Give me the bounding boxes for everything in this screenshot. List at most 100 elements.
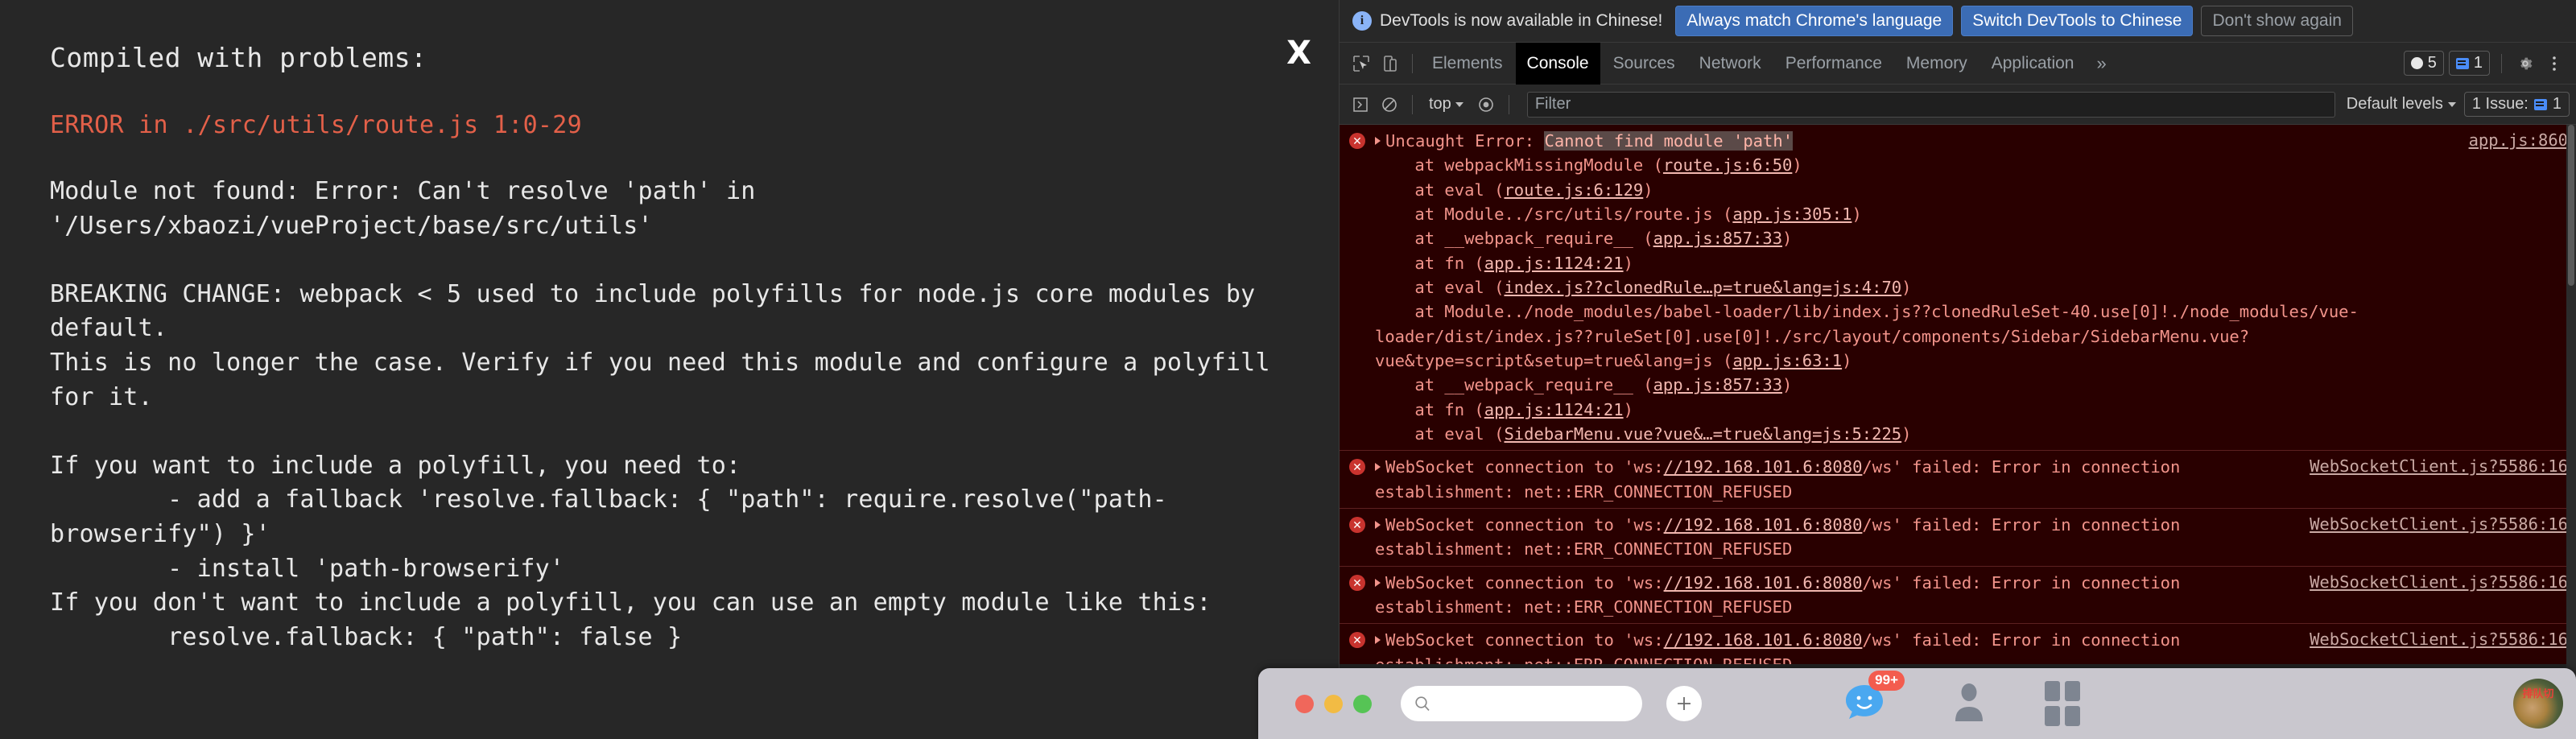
source-location-link[interactable]: app.js:63:1 <box>1732 351 1842 370</box>
wechat-add-button[interactable] <box>1666 686 1702 721</box>
expand-arrow-icon[interactable] <box>1375 520 1381 529</box>
source-location-link[interactable]: //192.168.101.6:8080 <box>1664 573 1863 592</box>
source-location-link[interactable]: app.js:1124:21 <box>1484 400 1624 419</box>
expand-arrow-icon[interactable] <box>1375 463 1381 472</box>
error-count-label: 5 <box>2427 54 2437 72</box>
person-icon <box>1955 683 1983 721</box>
source-location-link[interactable]: route.js:6:50 <box>1663 155 1792 175</box>
console-message[interactable]: ✕ WebSocket connection to 'ws://192.168.1… <box>1340 508 2576 567</box>
source-location-link[interactable]: index.js??clonedRule…p=true&lang=js:4:70 <box>1504 278 1901 297</box>
tab-console[interactable]: Console <box>1515 42 1600 85</box>
grid-cell-3 <box>2045 706 2060 726</box>
console-filter-input[interactable] <box>1526 91 2335 118</box>
message-source-link[interactable]: app.js:860 <box>2469 129 2576 446</box>
dont-show-again-button[interactable]: Don't show again <box>2201 5 2353 37</box>
console-message[interactable]: ✕ WebSocket connection to 'ws://192.168.1… <box>1340 451 2576 509</box>
console-message[interactable]: ✕ Uncaught Error: Cannot find module 'pat… <box>1340 125 2576 452</box>
device-toolbar-icon[interactable] <box>1377 50 1404 77</box>
wechat-apps-grid-icon[interactable] <box>2045 681 2080 726</box>
more-options-icon[interactable] <box>2542 52 2566 76</box>
tab-network[interactable]: Network <box>1688 43 1773 85</box>
message-source-link[interactable]: WebSocketClient.js?5586:16 <box>2310 628 2576 664</box>
issues-badge[interactable]: 1 Issue: 1 <box>2463 92 2570 117</box>
expand-arrow-icon[interactable] <box>1375 137 1381 145</box>
grid-cell-4 <box>2065 706 2080 726</box>
grid-cell-1 <box>2045 681 2060 701</box>
issues-label: 1 Issue: <box>2471 95 2529 113</box>
message-source-link[interactable]: WebSocketClient.js?5586:16 <box>2310 571 2576 620</box>
log-levels-selector[interactable]: Default levels <box>2347 95 2461 114</box>
error-icon: ✕ <box>1340 513 1375 562</box>
filterbar-divider <box>1412 94 1413 114</box>
avatar[interactable]: 排队切 <box>2513 679 2563 729</box>
message-text: WebSocket connection to 'ws: <box>1385 630 1664 650</box>
issue-icon <box>2533 98 2547 110</box>
maximize-window-icon[interactable] <box>1353 694 1372 713</box>
plus-icon <box>1678 697 1690 710</box>
message-source-link[interactable]: WebSocketClient.js?5586:16 <box>2310 513 2576 562</box>
avatar-text: 排队切 <box>2522 687 2554 700</box>
close-window-icon[interactable] <box>1295 694 1314 713</box>
source-location-link[interactable]: //192.168.101.6:8080 <box>1664 457 1863 477</box>
scrollbar-thumb[interactable] <box>2568 125 2574 286</box>
clear-console-icon[interactable] <box>1377 92 1402 118</box>
tab-memory[interactable]: Memory <box>1895 43 1979 85</box>
wechat-contacts-icon[interactable] <box>1951 681 1987 726</box>
expand-arrow-icon[interactable] <box>1375 578 1381 587</box>
console-message-text: WebSocket connection to 'ws://192.168.10… <box>1375 571 2310 620</box>
tab-application[interactable]: Application <box>1980 43 2086 85</box>
issues-count-label: 1 <box>2552 95 2562 113</box>
error-icon: ✕ <box>1340 628 1375 664</box>
more-tabs-icon[interactable]: » <box>2087 53 2116 74</box>
source-location-link[interactable]: app.js:305:1 <box>1732 204 1852 224</box>
console-message-text: WebSocket connection to 'ws://192.168.10… <box>1375 513 2310 562</box>
message-source-link[interactable]: WebSocketClient.js?5586:16 <box>2310 455 2576 504</box>
tab-performance[interactable]: Performance <box>1774 43 1893 85</box>
console-message-list[interactable]: ✕ Uncaught Error: Cannot find module 'pat… <box>1340 125 2576 664</box>
window-traffic-lights[interactable] <box>1295 694 1372 713</box>
source-location-link[interactable]: app.js:857:33 <box>1653 229 1782 248</box>
wechat-search-input[interactable] <box>1401 686 1642 721</box>
message-text: ) <box>1901 423 1912 444</box>
console-message[interactable]: ✕ WebSocket connection to 'ws://192.168.1… <box>1340 566 2576 625</box>
console-scrollbar[interactable] <box>2566 125 2576 739</box>
chevron-down-icon <box>1455 101 1463 107</box>
message-text: WebSocket connection to 'ws: <box>1385 514 1664 535</box>
expand-arrow-icon[interactable] <box>1375 636 1381 645</box>
source-location-link[interactable]: route.js:6:129 <box>1504 180 1643 200</box>
minimize-window-icon[interactable] <box>1324 694 1343 713</box>
console-message[interactable]: ✕ WebSocket connection to 'ws://192.168.1… <box>1340 624 2576 664</box>
message-text: Uncaught Error: <box>1385 131 1545 151</box>
execution-context-label: top <box>1429 95 1451 113</box>
source-location-link[interactable]: //192.168.101.6:8080 <box>1664 515 1863 535</box>
devtools-tabbar: Elements Console Sources Network Perform… <box>1340 42 2576 85</box>
search-icon <box>1415 696 1430 711</box>
highlighted-text: Cannot find module 'path' <box>1544 131 1794 151</box>
grid-cell-2 <box>2065 681 2080 701</box>
error-count-badge[interactable]: 5 <box>2403 51 2444 76</box>
source-location-link[interactable]: SidebarMenu.vue?vue&…=true&lang=js:5:225 <box>1504 424 1901 444</box>
gear-icon[interactable] <box>2513 52 2537 76</box>
overlay-content: Compiled with problems: ERROR in ./src/u… <box>0 0 1304 654</box>
switch-devtools-language-button[interactable]: Switch DevTools to Chinese <box>1961 5 2194 37</box>
console-settings-eye-icon[interactable] <box>1473 92 1499 118</box>
overlay-error-body: Module not found: Error: Can't resolve '… <box>50 177 1270 651</box>
inspect-element-icon[interactable] <box>1348 50 1375 77</box>
message-text: WebSocket connection to 'ws: <box>1385 572 1664 592</box>
tab-sources[interactable]: Sources <box>1602 43 1686 85</box>
wechat-chats-icon[interactable]: 99+ <box>1843 671 1905 725</box>
source-location-link[interactable]: app.js:857:33 <box>1653 375 1782 394</box>
close-icon[interactable]: X <box>1286 37 1311 69</box>
always-match-language-button[interactable]: Always match Chrome's language <box>1675 5 1954 37</box>
execution-context-selector[interactable]: top <box>1422 95 1470 114</box>
banner-message: DevTools is now available in Chinese! <box>1380 11 1663 30</box>
tabbar-right-group: 5 1 <box>2403 51 2570 76</box>
source-location-link[interactable]: //192.168.101.6:8080 <box>1664 630 1863 650</box>
console-sidebar-toggle-icon[interactable] <box>1348 92 1373 118</box>
console-message-text: WebSocket connection to 'ws://192.168.10… <box>1375 455 2310 504</box>
log-levels-label: Default levels <box>2346 95 2443 113</box>
warning-count-badge[interactable]: 1 <box>2448 51 2490 76</box>
source-location-link[interactable]: app.js:1124:21 <box>1484 254 1624 273</box>
tab-elements[interactable]: Elements <box>1421 43 1514 85</box>
wechat-window: 99+ 排队切 <box>1258 668 2576 739</box>
